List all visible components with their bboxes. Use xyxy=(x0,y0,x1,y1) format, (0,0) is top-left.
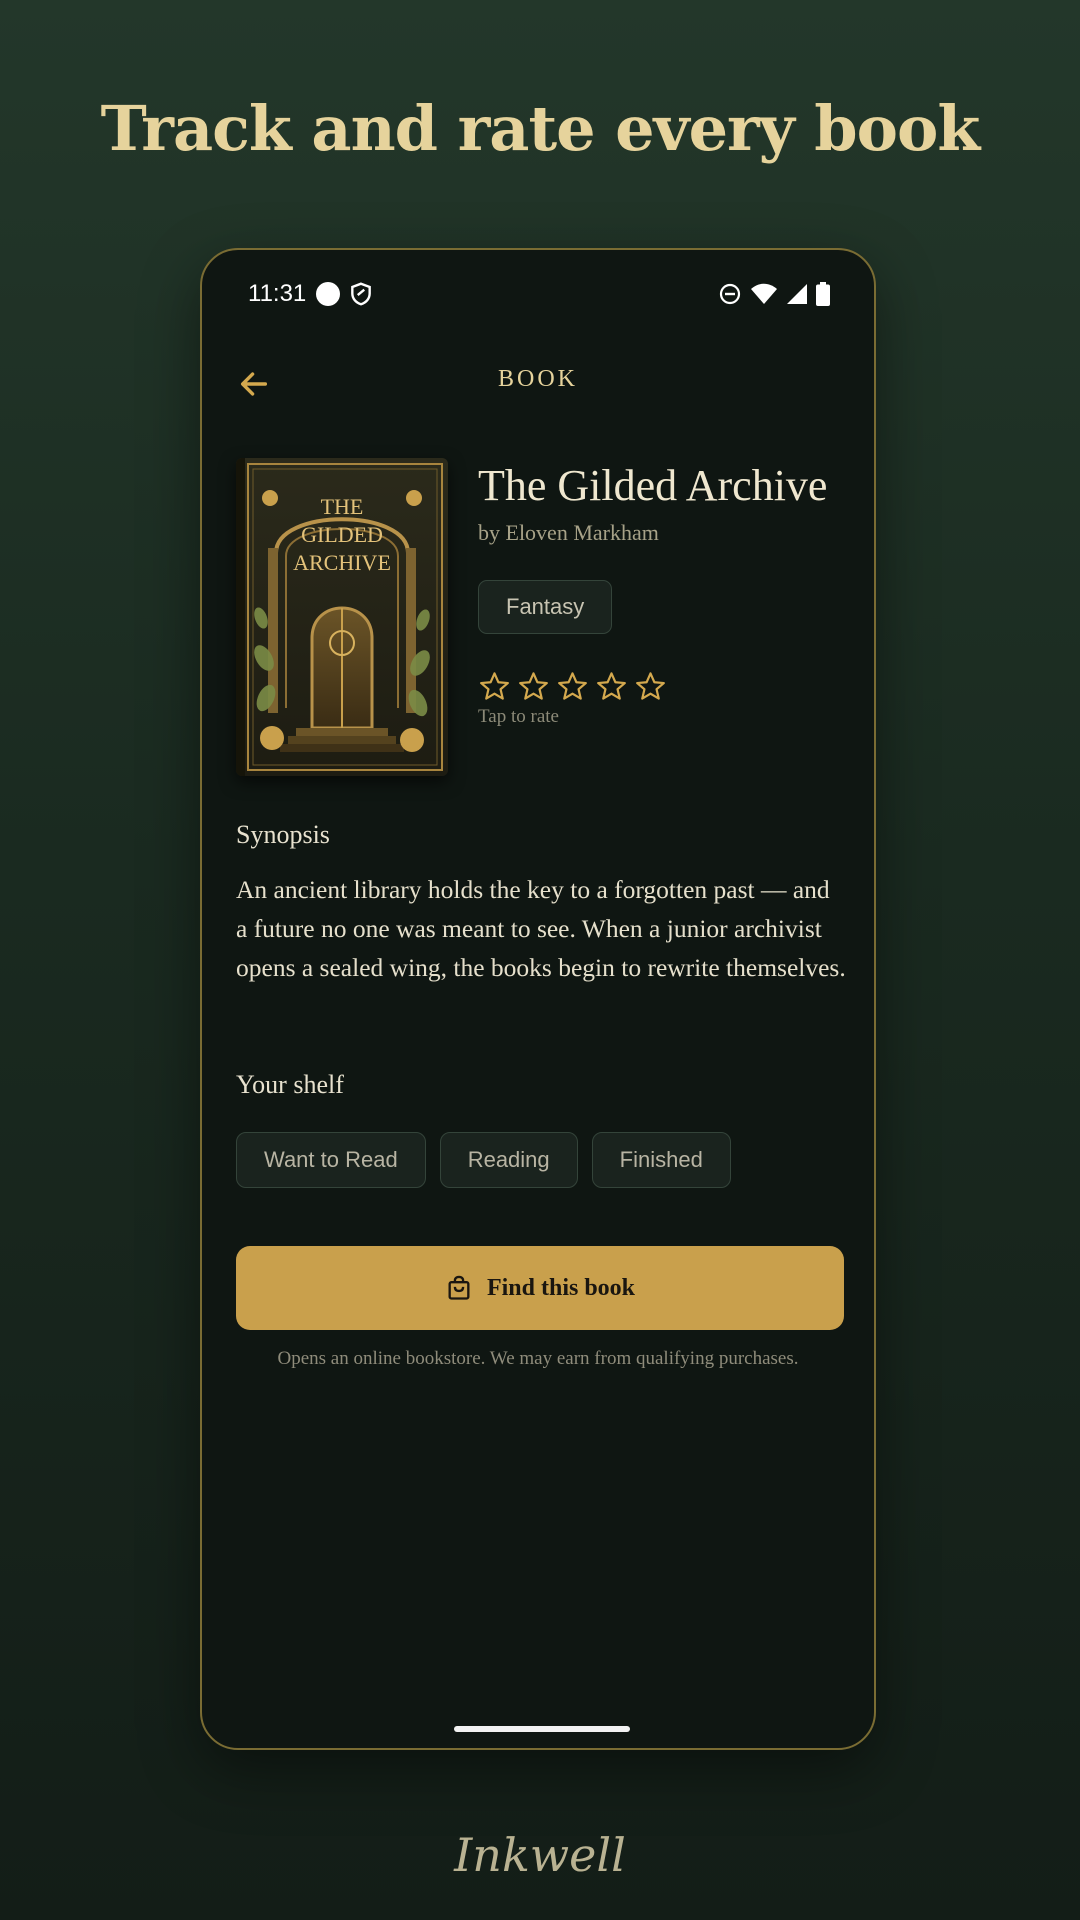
shelf-options: Want to Read Reading Finished xyxy=(236,1132,731,1188)
synopsis-heading: Synopsis xyxy=(236,820,330,849)
shelf-heading: Your shelf xyxy=(236,1070,344,1099)
wifi-icon xyxy=(751,283,777,304)
star-1-icon[interactable] xyxy=(478,670,511,703)
book-author: by Eloven Markham xyxy=(478,520,659,545)
battery-icon xyxy=(816,282,830,306)
status-bar-right xyxy=(718,282,830,306)
notification-dot-icon xyxy=(316,282,341,306)
star-3-icon[interactable] xyxy=(556,670,589,703)
book-cover-art: THE GILDED ARCHIVE xyxy=(236,458,448,776)
rating-stars xyxy=(478,670,667,703)
book-title: The Gilded Archive xyxy=(478,461,828,510)
find-book-label: Find this book xyxy=(486,1274,636,1301)
status-bar: 11:31 xyxy=(248,278,830,310)
page-title: BOOK xyxy=(497,366,578,392)
star-5-icon[interactable] xyxy=(634,670,667,703)
brand-name: Inkwell xyxy=(454,1828,626,1882)
genre-chip[interactable]: Fantasy xyxy=(478,580,613,634)
headline: Track and rate every book xyxy=(100,92,981,165)
cover-title-line-1: THE xyxy=(321,494,364,519)
status-time: 11:31 xyxy=(248,280,307,307)
book-cover: THE GILDED ARCHIVE xyxy=(236,458,448,776)
home-indicator[interactable] xyxy=(454,1726,630,1732)
star-2-icon[interactable] xyxy=(517,670,550,703)
affiliate-disclaimer: Opens an online bookstore. We may earn f… xyxy=(277,1348,799,1369)
do-not-disturb-icon xyxy=(719,283,741,305)
shelf-finished-button[interactable]: Finished xyxy=(591,1132,731,1188)
shelf-want-to-read-button[interactable]: Want to Read xyxy=(236,1132,426,1188)
cover-title-line-2: GILDED xyxy=(301,522,383,547)
rating-hint: Tap to rate xyxy=(478,706,559,727)
synopsis-text: An ancient library holds the key to a fo… xyxy=(236,875,846,982)
signal-icon xyxy=(787,284,807,304)
cover-title-line-3: ARCHIVE xyxy=(293,550,391,575)
phone-frame: 11:31 BOOK THE GILDED ARCHIVE The Gilded… xyxy=(200,248,876,1750)
status-bar-left: 11:31 xyxy=(248,280,374,308)
find-book-button[interactable]: Find this book xyxy=(236,1246,844,1330)
shield-icon xyxy=(351,282,372,306)
shopping-bag-icon xyxy=(448,1275,470,1300)
shelf-reading-button[interactable]: Reading xyxy=(439,1132,578,1188)
star-4-icon[interactable] xyxy=(595,670,628,703)
